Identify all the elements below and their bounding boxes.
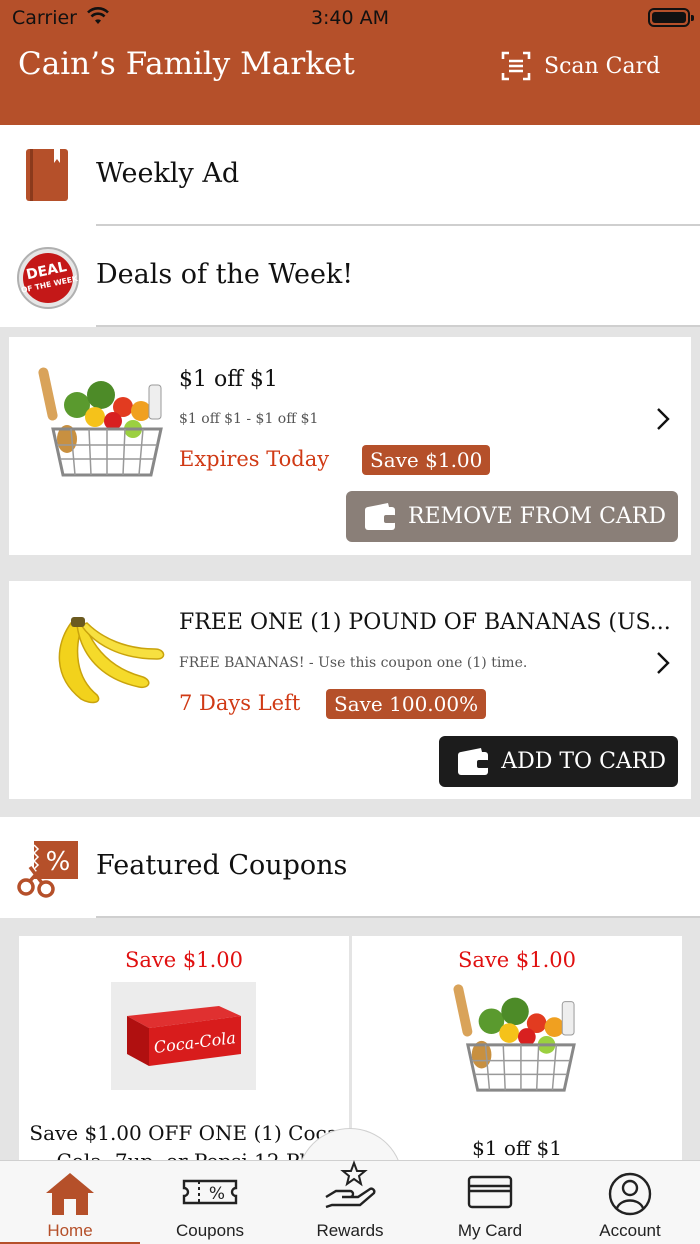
grocery-basket-image	[453, 984, 576, 1092]
tab-account[interactable]: Account	[560, 1161, 700, 1244]
divider	[96, 325, 700, 327]
deal-expiry: Expires Today	[179, 447, 330, 471]
scan-card-button[interactable]: Scan Card	[500, 50, 660, 82]
add-to-card-label: ADD TO CARD	[501, 749, 666, 774]
chevron-right-icon[interactable]	[655, 407, 671, 431]
chevron-right-icon[interactable]	[655, 651, 671, 675]
weekly-ad-row[interactable]: Weekly Ad	[0, 125, 700, 226]
coupon-description: $1 off $1	[472, 1136, 562, 1160]
deal-title: $1 off $1	[179, 367, 278, 392]
deals-of-week-row[interactable]: DEAL OF THE WEEK Deals of the Week!	[0, 226, 700, 327]
deal-subtitle: FREE BANANAS! - Use this coupon one (1) …	[179, 655, 528, 671]
card-icon	[467, 1175, 513, 1209]
coupon-description: Save $1.00 OFF ONE (1) Coca	[29, 1121, 339, 1145]
svg-text:%: %	[209, 1184, 225, 1204]
divider	[96, 916, 700, 918]
bananas-image	[58, 617, 165, 704]
coupon-save-text: Save $1.00	[458, 948, 576, 972]
deal-title: FREE ONE (1) POUND OF BANANAS (US...	[179, 610, 671, 635]
status-bar: Carrier 3:40 AM	[0, 0, 700, 36]
deals-of-week-label: Deals of the Week!	[96, 259, 354, 290]
save-badge: Save $1.00	[362, 445, 491, 475]
tab-home[interactable]: Home	[0, 1161, 140, 1244]
book-icon	[26, 149, 68, 201]
home-icon	[46, 1173, 94, 1215]
remove-from-card-button[interactable]: REMOVE FROM CARD	[345, 491, 678, 542]
tab-rewards[interactable]: Rewards	[280, 1160, 420, 1244]
deal-badge-icon: DEAL OF THE WEEK	[17, 247, 80, 309]
svg-text:%: %	[46, 847, 71, 877]
rewards-icon	[325, 1160, 376, 1209]
add-to-card-button[interactable]: ADD TO CARD	[439, 736, 678, 787]
deal-card[interactable]: FREE ONE (1) POUND OF BANANAS (US... FRE…	[9, 581, 691, 799]
wallet-icon	[364, 502, 396, 530]
coca-cola-pack-image: Coca-Cola	[111, 982, 256, 1090]
app-title: Cain’s Family Market	[18, 46, 355, 82]
scan-card-label: Scan Card	[544, 53, 661, 79]
featured-coupon-card[interactable]: Save $1.00 $1 off $1	[352, 936, 682, 1166]
tab-account-label: Account	[599, 1221, 661, 1240]
coupon-scissors-icon: %	[17, 841, 78, 898]
app-header: Carrier 3:40 AM Cain’s Family Market Sca…	[0, 0, 700, 125]
remove-from-card-label: REMOVE FROM CARD	[407, 504, 666, 529]
tab-my-card[interactable]: My Card	[420, 1161, 560, 1244]
scan-icon	[501, 51, 531, 81]
deal-subtitle: $1 off $1 - $1 off $1	[179, 411, 319, 427]
featured-coupons-label: Featured Coupons	[96, 850, 348, 881]
coupon-icon: %	[182, 1179, 238, 1205]
deal-expiry: 7 Days Left	[179, 691, 301, 715]
tab-rewards-label: Rewards	[316, 1221, 384, 1240]
weekly-ad-label: Weekly Ad	[96, 158, 240, 189]
clock: 3:40 AM	[310, 7, 390, 29]
deal-card[interactable]: $1 off $1 $1 off $1 - $1 off $1 Expires …	[9, 337, 691, 555]
wallet-icon	[458, 747, 490, 775]
tab-my-card-label: My Card	[457, 1221, 523, 1240]
tab-home-label: Home	[47, 1221, 93, 1240]
tab-coupons-label: Coupons	[175, 1221, 245, 1240]
tab-coupons[interactable]: % Coupons	[140, 1161, 280, 1244]
tab-bar: Home % Coupons Rewards My Card Account	[0, 1160, 700, 1244]
save-badge: Save 100.00%	[326, 689, 487, 719]
battery-icon	[648, 8, 694, 27]
account-icon	[608, 1172, 652, 1216]
grocery-basket-image	[38, 367, 163, 477]
featured-coupon-card[interactable]: Save $1.00 Coca-Cola Save $1.00 OFF ONE …	[19, 936, 349, 1166]
coupon-save-text: Save $1.00	[125, 948, 243, 972]
featured-coupons-row[interactable]: % Featured Coupons	[0, 817, 700, 918]
